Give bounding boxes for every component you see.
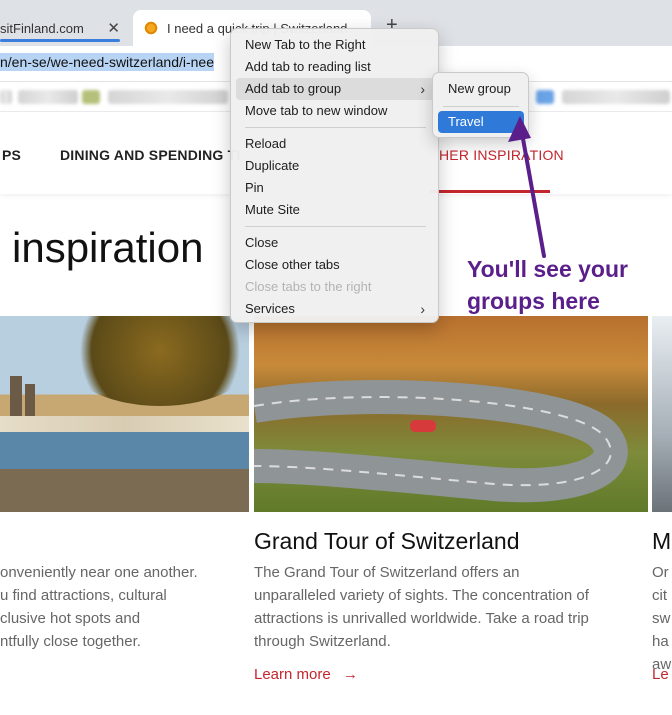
submenu-item-new-group[interactable]: New group bbox=[438, 78, 524, 100]
submenu-item-label: Travel bbox=[448, 114, 484, 129]
menu-item-close-tabs-right: Close tabs to the right bbox=[236, 276, 435, 298]
learn-more-link[interactable]: Le bbox=[652, 666, 669, 683]
nav-item-trips[interactable]: PS bbox=[2, 147, 21, 163]
url-text: n/en-se/we-need-switzerland/i-nee bbox=[0, 53, 214, 71]
tab-title: sitFinland.com bbox=[0, 20, 84, 36]
menu-item-add-reading-list[interactable]: Add tab to reading list bbox=[236, 56, 435, 78]
tree-foliage bbox=[60, 316, 249, 406]
menu-item-label: Close bbox=[245, 235, 279, 250]
card-text-line: attractions is unrivalled worldwide. Tak… bbox=[254, 610, 589, 627]
menu-item-label: Mute Site bbox=[245, 202, 300, 217]
menu-item-reload[interactable]: Reload bbox=[236, 133, 435, 155]
annotation-line: You'll see your bbox=[467, 256, 628, 282]
menu-item-close[interactable]: Close bbox=[236, 232, 435, 254]
card-text-line: unparalleled variety of sights. The conc… bbox=[254, 587, 589, 604]
menu-item-label: New Tab to the Right bbox=[245, 37, 366, 52]
card-title[interactable]: M bbox=[652, 528, 671, 555]
card-image-third[interactable] bbox=[652, 316, 672, 512]
card-text-line: through Switzerland. bbox=[254, 633, 391, 650]
menu-item-label: Add tab to group bbox=[245, 81, 342, 96]
menu-item-services[interactable]: Services › bbox=[236, 298, 435, 320]
bookmark-item[interactable] bbox=[18, 90, 78, 104]
menu-item-label: Pin bbox=[245, 180, 264, 195]
menu-item-pin[interactable]: Pin bbox=[236, 177, 435, 199]
menu-item-label: Close tabs to the right bbox=[245, 279, 372, 294]
card-text-line: Or bbox=[652, 564, 669, 581]
card-description: onveniently near one another. u find att… bbox=[0, 561, 198, 653]
tab-visitfinland[interactable]: sitFinland.com ✕ bbox=[0, 10, 130, 46]
bookmark-item[interactable] bbox=[0, 90, 12, 104]
annotation-arrow-icon bbox=[508, 116, 546, 258]
card-image-lucerne[interactable] bbox=[0, 316, 249, 512]
arrow-right-icon: → bbox=[342, 666, 358, 683]
tab-group-underline bbox=[0, 39, 120, 42]
road-illustration bbox=[254, 380, 628, 503]
menu-item-label: Services bbox=[245, 301, 295, 316]
link-label: Learn more bbox=[254, 666, 331, 683]
menu-item-label: Add tab to reading list bbox=[245, 59, 371, 74]
chevron-right-icon: › bbox=[420, 301, 425, 317]
menu-item-move-new-window[interactable]: Move tab to new window bbox=[236, 100, 435, 122]
menu-item-new-tab-right[interactable]: New Tab to the Right bbox=[236, 34, 435, 56]
menu-item-label: Close other tabs bbox=[245, 257, 340, 272]
menu-item-label: Duplicate bbox=[245, 158, 300, 173]
tab-context-menu: New Tab to the Right Add tab to reading … bbox=[230, 28, 439, 323]
menu-item-close-other-tabs[interactable]: Close other tabs bbox=[236, 254, 435, 276]
chevron-right-icon: › bbox=[420, 81, 425, 97]
page-title: inspiration bbox=[12, 224, 204, 271]
annotation-callout: You'll see your groups here bbox=[467, 253, 628, 317]
menu-item-label: Move tab to new window bbox=[245, 103, 388, 118]
submenu-item-label: New group bbox=[448, 81, 511, 96]
nav-item-dining[interactable]: DINING AND SPENDING TI bbox=[60, 147, 240, 163]
address-bar[interactable]: n/en-se/we-need-switzerland/i-nee bbox=[0, 53, 214, 71]
bookmark-item[interactable] bbox=[108, 90, 228, 104]
menu-separator bbox=[245, 226, 426, 227]
bookmark-item[interactable] bbox=[562, 90, 670, 104]
menu-separator bbox=[245, 127, 426, 128]
card-description: Or cit sw ha aw bbox=[652, 561, 671, 676]
submenu-separator bbox=[443, 106, 519, 107]
menu-item-duplicate[interactable]: Duplicate bbox=[236, 155, 435, 177]
menu-item-label: Reload bbox=[245, 136, 287, 151]
card-image-grand-tour[interactable] bbox=[254, 316, 648, 512]
learn-more-link[interactable]: Learn more → bbox=[254, 666, 358, 683]
card-text-line: u find attractions, cultural bbox=[0, 587, 167, 604]
card-text-line: ntfully close together. bbox=[0, 633, 141, 650]
card-text-line: onveniently near one another. bbox=[0, 564, 198, 581]
sun-favicon-icon bbox=[143, 20, 159, 36]
card-text-line: ha bbox=[652, 633, 669, 650]
card-text-line: sw bbox=[652, 610, 671, 627]
menu-item-add-tab-to-group[interactable]: Add tab to group › bbox=[236, 78, 435, 100]
card-title-grand-tour[interactable]: Grand Tour of Switzerland bbox=[254, 528, 520, 555]
bookmark-favicon-icon[interactable] bbox=[82, 90, 100, 104]
card-description: The Grand Tour of Switzerland offers an … bbox=[254, 561, 589, 653]
menu-item-mute-site[interactable]: Mute Site bbox=[236, 199, 435, 221]
town-waterfront bbox=[0, 416, 249, 432]
card-text-line: The Grand Tour of Switzerland offers an bbox=[254, 564, 520, 581]
tab-close-icon[interactable]: ✕ bbox=[107, 19, 120, 37]
card-text-line: clusive hot spots and bbox=[0, 610, 141, 627]
card-text-line: cit bbox=[652, 587, 667, 604]
annotation-line: groups here bbox=[467, 288, 600, 314]
bookmark-favicon-icon[interactable] bbox=[536, 90, 554, 104]
